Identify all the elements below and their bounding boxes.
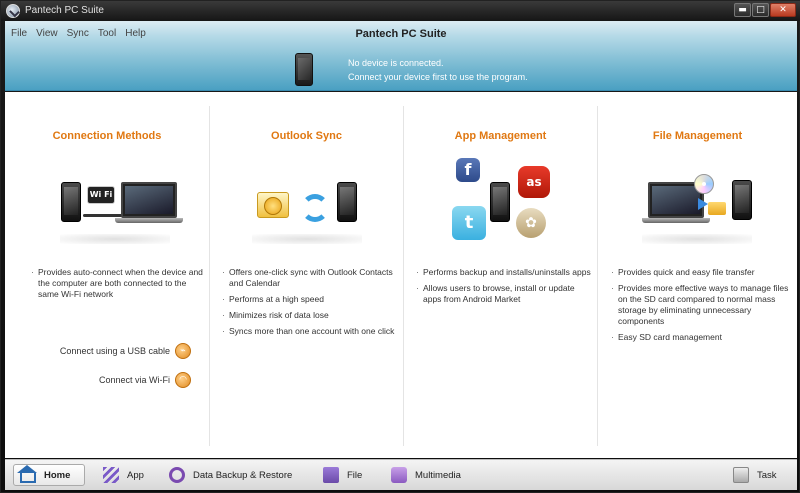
tab-home-label: Home — [44, 469, 71, 481]
main-content: Connection Methods Wi Fi Provides auto-c… — [5, 92, 797, 458]
panel-title: File Management — [652, 130, 743, 142]
tab-app-label: App — [127, 469, 144, 481]
wifi-icon: ◠ — [175, 372, 191, 388]
twitter-icon: t — [452, 206, 486, 240]
phone-device-icon — [490, 182, 510, 222]
connect-usb-link[interactable]: Connect using a USB cable ⌁ — [60, 343, 191, 359]
home-icon — [17, 465, 37, 483]
title-bar[interactable]: Pantech PC Suite ▬ □ ✕ — [1, 1, 800, 21]
list-item: Minimizes risk of data lose — [222, 310, 400, 321]
panel-title: Outlook Sync — [271, 130, 342, 142]
list-item: Provides more effective ways to manage f… — [611, 283, 795, 327]
list-item: Easy SD card management — [611, 332, 795, 343]
tab-data-backup[interactable]: Data Backup & Restore — [163, 464, 298, 486]
app-icon — [103, 467, 119, 483]
outlook-icon — [257, 192, 289, 218]
app-window: Pantech PC Suite ▬ □ ✕ File View Sync To… — [0, 0, 800, 493]
outlook-illustration — [255, 162, 365, 242]
list-item: Performs backup and installs/uninstalls … — [416, 267, 594, 278]
feature-list: Offers one-click sync with Outlook Conta… — [222, 267, 400, 342]
task-icon — [733, 467, 749, 483]
list-item: Allows users to browse, install or updat… — [416, 283, 594, 305]
tab-home[interactable]: Home — [13, 464, 85, 486]
list-item: Syncs more than one account with one cli… — [222, 326, 400, 337]
file-illustration — [640, 162, 760, 242]
sync-icon — [301, 194, 329, 222]
backup-icon — [169, 467, 185, 483]
tab-app[interactable]: App — [97, 464, 150, 486]
app-logo-icon — [6, 4, 20, 18]
connection-status: No device is connected. — [348, 58, 444, 68]
folder-icon — [708, 202, 726, 215]
multimedia-icon — [391, 467, 407, 483]
app-illustration: f as t ✿ — [452, 158, 562, 248]
maximize-button[interactable]: □ — [752, 3, 769, 17]
connection-illustration: Wi Fi — [55, 162, 183, 242]
panel-file-management: File Management Provides quick and easy … — [598, 92, 797, 458]
list-item: Performs at a high speed — [222, 294, 400, 305]
panel-title: Connection Methods — [52, 130, 162, 142]
app-store-icon: ✿ — [516, 208, 546, 238]
tab-multimedia[interactable]: Multimedia — [385, 464, 467, 486]
tab-task[interactable]: Task — [727, 464, 783, 486]
connect-wifi-label: Connect via Wi-Fi — [98, 375, 170, 385]
panel-connection-methods: Connection Methods Wi Fi Provides auto-c… — [5, 92, 209, 458]
tab-file[interactable]: File — [317, 464, 368, 486]
connect-wifi-link[interactable]: Connect via Wi-Fi ◠ — [99, 372, 191, 388]
illustration-shadow — [60, 234, 170, 244]
tab-task-label: Task — [757, 469, 777, 481]
illustration-shadow — [642, 234, 752, 244]
disc-icon — [694, 174, 714, 194]
phone-device-icon — [337, 182, 357, 222]
feature-list: Provides auto-connect when the device an… — [31, 267, 203, 305]
panel-outlook-sync: Outlook Sync Offers one-click sync with … — [210, 92, 403, 458]
panel-app-management: App Management f as t ✿ Performs backup … — [404, 92, 597, 458]
list-item: Provides quick and easy file transfer — [611, 267, 795, 278]
phone-device-icon — [61, 182, 81, 222]
minimize-button[interactable]: ▬ — [734, 3, 751, 17]
connection-hint: Connect your device first to use the pro… — [348, 72, 528, 82]
usb-cable-icon — [83, 214, 123, 217]
tab-file-label: File — [347, 469, 363, 481]
app-header: File View Sync Tool Help Pantech PC Suit… — [5, 21, 797, 91]
close-button[interactable]: ✕ — [770, 3, 796, 17]
tab-multimedia-label: Multimedia — [415, 469, 461, 481]
transfer-arrow-icon — [698, 198, 708, 210]
feature-list: Performs backup and installs/uninstalls … — [416, 267, 594, 310]
laptop-icon — [115, 182, 183, 223]
facebook-icon: f — [456, 158, 480, 182]
bottom-tab-bar: Home App Data Backup & Restore File Mult… — [5, 459, 797, 490]
illustration-shadow — [252, 234, 362, 244]
lastfm-icon: as — [518, 166, 550, 198]
panel-title: App Management — [454, 130, 547, 142]
feature-list: Provides quick and easy file transfer Pr… — [611, 267, 795, 348]
tab-backup-label: Data Backup & Restore — [193, 469, 293, 481]
file-icon — [323, 467, 339, 483]
wifi-badge-icon: Wi Fi — [87, 186, 115, 204]
window-title: Pantech PC Suite — [25, 5, 104, 16]
phone-icon — [295, 53, 313, 86]
window-controls: ▬ □ ✕ — [733, 3, 796, 17]
header-title: Pantech PC Suite — [355, 28, 447, 40]
list-item: Offers one-click sync with Outlook Conta… — [222, 267, 400, 289]
list-item: Provides auto-connect when the device an… — [31, 267, 203, 300]
phone-device-icon — [732, 180, 752, 220]
usb-icon: ⌁ — [175, 343, 191, 359]
connect-usb-label: Connect using a USB cable — [59, 346, 170, 356]
